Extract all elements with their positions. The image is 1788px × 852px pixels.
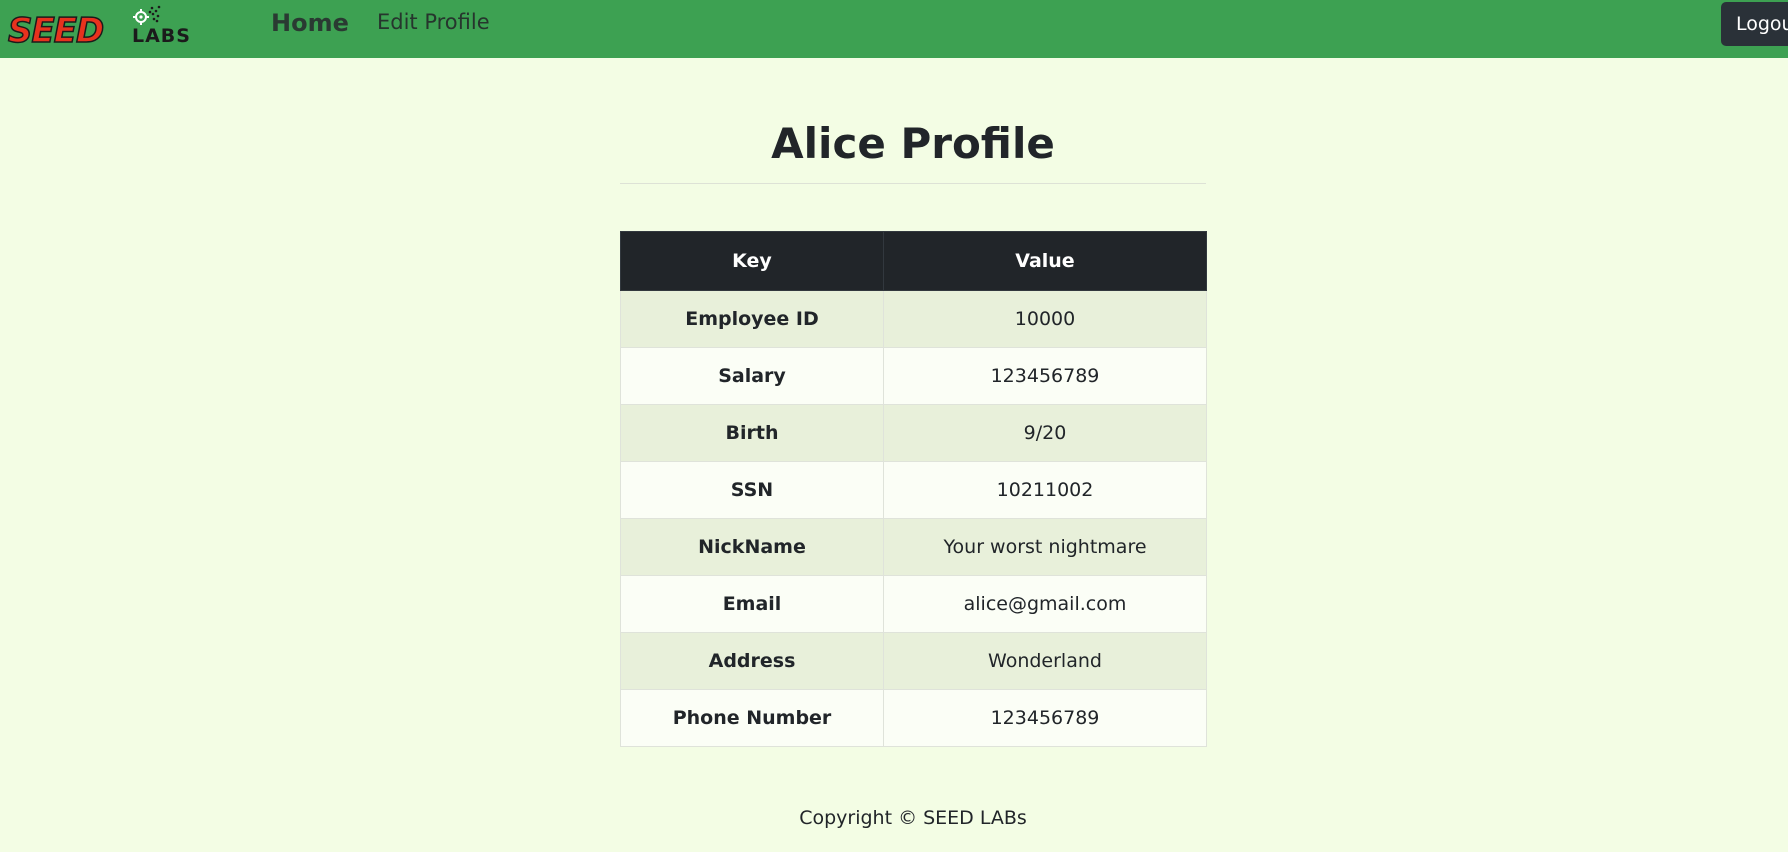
- table-row: Birth 9/20: [620, 404, 1207, 462]
- logo-labs-text: LABS: [132, 25, 191, 47]
- row-key: Address: [620, 632, 884, 690]
- gears-icon: [133, 5, 161, 25]
- table-row: Salary 123456789: [620, 347, 1207, 405]
- table-row: Employee ID 10000: [620, 290, 1207, 348]
- table-header-row: Key Value: [620, 231, 1207, 291]
- column-header-value: Value: [883, 231, 1207, 291]
- row-key: Employee ID: [620, 290, 884, 348]
- profile-table: Key Value Employee ID 10000 Salary 12345…: [620, 231, 1207, 747]
- page-title: Alice Profile: [771, 119, 1055, 168]
- logout-button[interactable]: Logout: [1721, 2, 1788, 46]
- table-row: Email alice@gmail.com: [620, 575, 1207, 633]
- footer-copyright: Copyright © SEED LABs: [799, 807, 1027, 829]
- title-divider: [620, 183, 1206, 184]
- row-value: 10000: [883, 290, 1207, 348]
- table-row: SSN 10211002: [620, 461, 1207, 519]
- table-row: Address Wonderland: [620, 632, 1207, 690]
- row-key: SSN: [620, 461, 884, 519]
- row-value: Wonderland: [883, 632, 1207, 690]
- row-key: Salary: [620, 347, 884, 405]
- row-key: Birth: [620, 404, 884, 462]
- table-row: Phone Number 123456789: [620, 689, 1207, 747]
- row-key: NickName: [620, 518, 884, 576]
- row-value: 9/20: [883, 404, 1207, 462]
- row-value: Your worst nightmare: [883, 518, 1207, 576]
- logo-seed-text: SEED: [7, 11, 105, 51]
- row-value: 123456789: [883, 689, 1207, 747]
- row-key: Email: [620, 575, 884, 633]
- row-value: 123456789: [883, 347, 1207, 405]
- row-value: 10211002: [883, 461, 1207, 519]
- nav-edit-profile-link[interactable]: Edit Profile: [377, 10, 490, 34]
- table-row: NickName Your worst nightmare: [620, 518, 1207, 576]
- row-key: Phone Number: [620, 689, 884, 747]
- nav-home-link[interactable]: Home: [271, 9, 349, 37]
- seed-labs-logo[interactable]: SEED LABS: [7, 4, 208, 51]
- column-header-key: Key: [620, 231, 884, 291]
- navbar: SEED LABS Home Edit Profile Logout: [0, 0, 1788, 58]
- row-value: alice@gmail.com: [883, 575, 1207, 633]
